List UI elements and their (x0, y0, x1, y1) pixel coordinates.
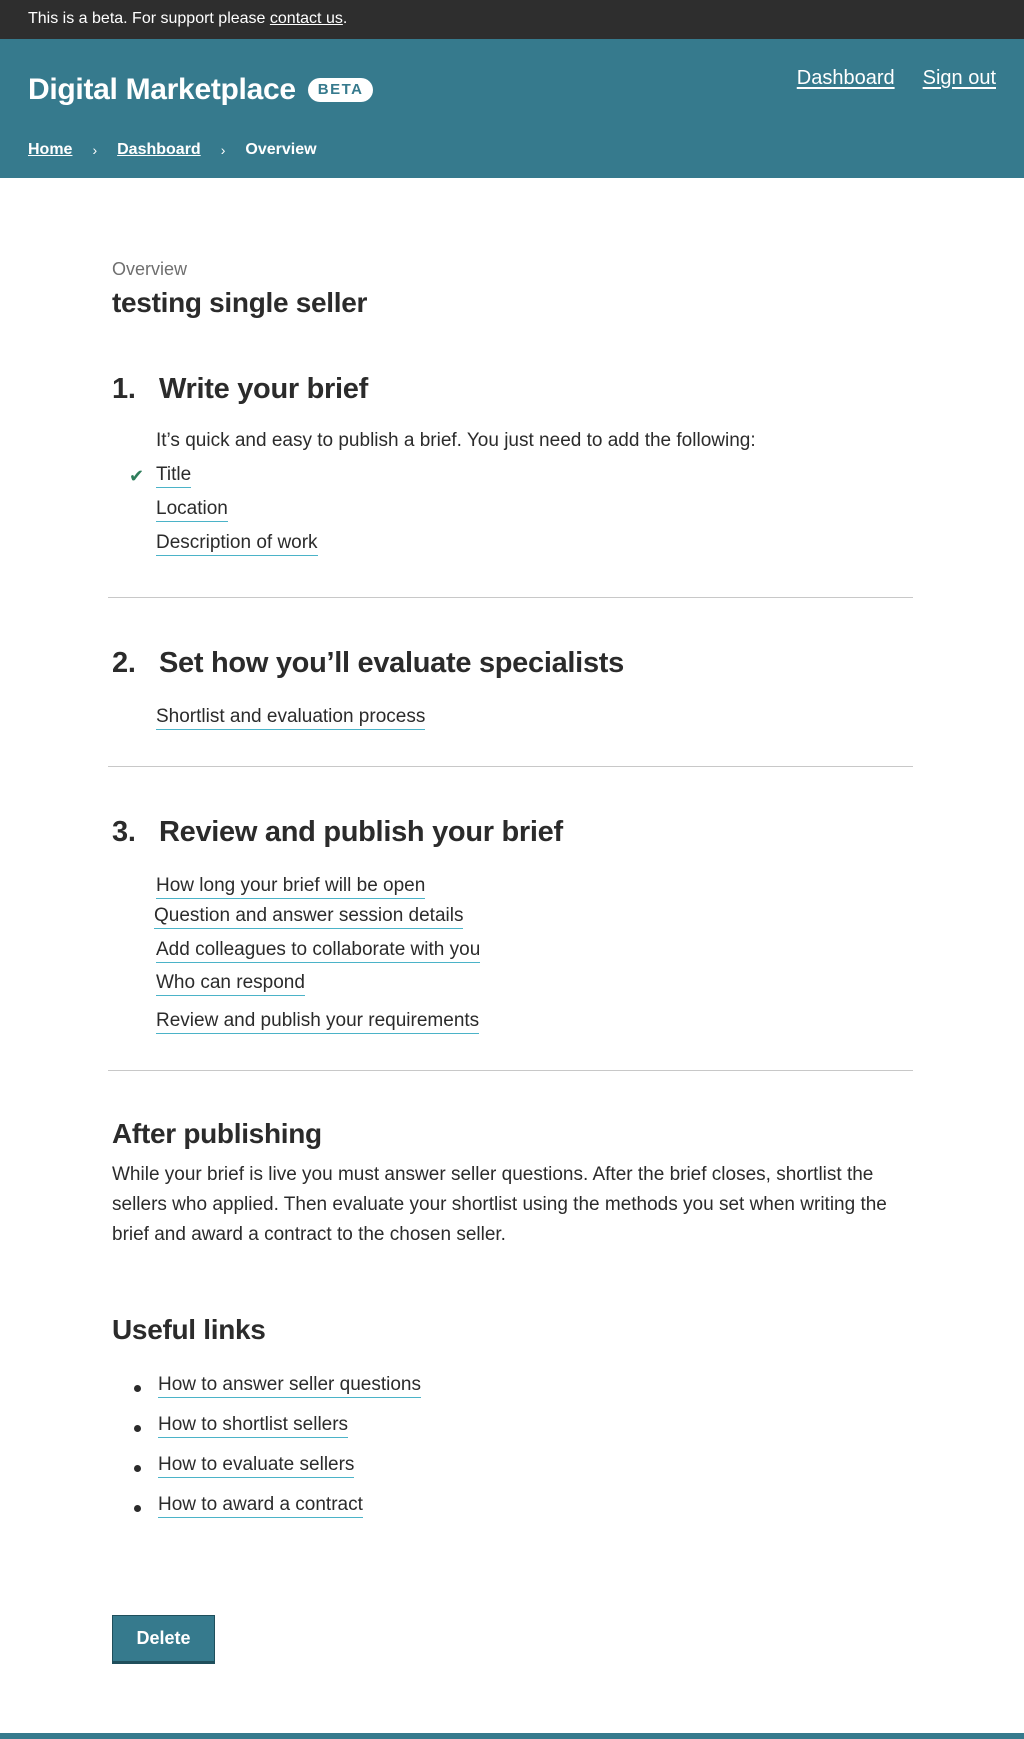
step-2-link-shortlist[interactable]: Shortlist and evaluation process (156, 706, 426, 730)
dashboard-nav-link[interactable]: Dashboard (797, 67, 895, 90)
step-3-link-qa-session[interactable]: Question and answer session details (154, 905, 464, 929)
useful-links-heading: Useful links (112, 1314, 266, 1345)
useful-link-answer-questions[interactable]: How to answer seller questions (158, 1374, 421, 1398)
step-1-link-location[interactable]: Location (156, 498, 228, 522)
step-2-heading: 2. Set how you’ll evaluate specialists (112, 647, 624, 680)
sign-out-link[interactable]: Sign out (923, 67, 996, 90)
page-eyebrow: Overview (112, 259, 188, 279)
step-3-heading: 3. Review and publish your brief (112, 816, 563, 849)
page-title: testing single seller (112, 287, 368, 318)
step-3-link-review-publish[interactable]: Review and publish your requirements (156, 1010, 480, 1034)
step-1-title: Write your brief (159, 373, 368, 405)
breadcrumb-current: Overview (245, 141, 317, 158)
step-2-title: Set how you’ll evaluate specialists (159, 647, 624, 679)
divider (108, 597, 913, 598)
breadcrumb-home[interactable]: Home (28, 141, 72, 159)
step-1-number: 1. (112, 373, 136, 405)
site-header: Digital Marketplace BETA Dashboard Sign … (0, 39, 1024, 178)
breadcrumb: Home › Dashboard › Overview (28, 141, 317, 159)
top-nav: Dashboard Sign out (797, 67, 996, 90)
bullet-icon (134, 1505, 141, 1512)
chevron-right-icon: › (92, 142, 98, 158)
beta-banner-text: This is a beta. For support please (28, 10, 270, 27)
beta-badge: BETA (307, 78, 374, 102)
chevron-right-icon: › (220, 142, 226, 158)
useful-link-shortlist[interactable]: How to shortlist sellers (158, 1414, 349, 1438)
bullet-icon (134, 1425, 141, 1432)
delete-button[interactable]: Delete (112, 1615, 215, 1662)
step-3-link-who-can-respond[interactable]: Who can respond (156, 972, 305, 996)
contact-us-link[interactable]: contact us (270, 10, 343, 27)
step-3-title: Review and publish your brief (159, 816, 563, 848)
step-1-intro: It’s quick and easy to publish a brief. … (156, 430, 756, 451)
divider (108, 1070, 913, 1071)
step-1-link-title[interactable]: Title (156, 464, 192, 488)
breadcrumb-dashboard[interactable]: Dashboard (117, 141, 201, 159)
useful-link-evaluate[interactable]: How to evaluate sellers (158, 1454, 355, 1478)
brand: Digital Marketplace BETA (28, 73, 374, 107)
after-publishing-heading: After publishing (112, 1118, 322, 1149)
step-1-link-description[interactable]: Description of work (156, 532, 318, 556)
footer-strip (0, 1733, 1024, 1739)
bullet-icon (134, 1385, 141, 1392)
divider (108, 766, 913, 767)
step-2-number: 2. (112, 647, 136, 679)
after-publishing-text: While your brief is live you must answer… (112, 1164, 887, 1245)
beta-banner: This is a beta. For support please conta… (0, 0, 1024, 39)
step-1-heading: 1. Write your brief (112, 373, 368, 406)
beta-banner-suffix: . (342, 10, 348, 27)
check-icon: ✔ (129, 466, 145, 486)
step-3-link-colleagues[interactable]: Add colleagues to collaborate with you (156, 939, 481, 963)
useful-link-award[interactable]: How to award a contract (158, 1494, 363, 1518)
step-3-number: 3. (112, 816, 136, 848)
bullet-icon (134, 1465, 141, 1472)
step-3-link-open-duration[interactable]: How long your brief will be open (156, 875, 426, 899)
site-title[interactable]: Digital Marketplace (28, 73, 296, 107)
